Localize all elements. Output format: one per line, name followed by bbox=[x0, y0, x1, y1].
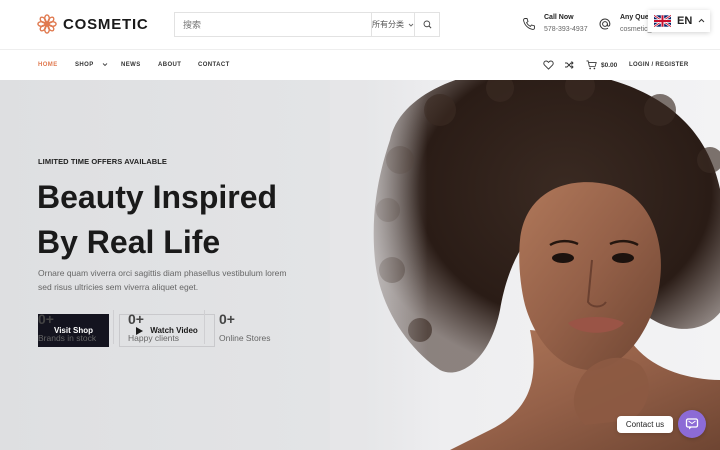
cart-total: $0.00 bbox=[601, 61, 618, 69]
compare-button[interactable] bbox=[564, 60, 574, 70]
hero-headline-line2: By Real Life bbox=[37, 224, 221, 260]
category-select[interactable]: 所有分类 bbox=[371, 13, 414, 36]
offer-eyebrow: LIMITED TIME OFFERS AVAILABLE bbox=[38, 157, 168, 166]
site-header: COSMETIC 所有分类 Call Now 578-393-4937 Any … bbox=[0, 0, 720, 50]
stat-value: 0+ bbox=[38, 311, 54, 327]
main-nav: HOME SHOP NEWS ABOUT CONTACT $0.00 LOGIN… bbox=[0, 50, 720, 80]
category-select-label: 所有分类 bbox=[372, 20, 404, 29]
chat-icon bbox=[685, 418, 699, 430]
hero-subtext-line1: Ornare quam viverra orci sagittis diam p… bbox=[38, 268, 287, 278]
stat-label: Online Stores bbox=[219, 333, 271, 343]
nav-item-shop-label: SHOP bbox=[75, 62, 94, 69]
chevron-down-icon bbox=[102, 63, 107, 67]
call-now-title: Call Now bbox=[544, 14, 574, 21]
wishlist-button[interactable] bbox=[543, 60, 554, 70]
stat-divider bbox=[204, 310, 205, 344]
call-now-block[interactable]: Call Now 578-393-4937 bbox=[522, 14, 588, 33]
stat-value: 0+ bbox=[219, 311, 235, 327]
stat-label: Happy clients bbox=[128, 333, 180, 343]
search-button[interactable] bbox=[414, 13, 439, 36]
uk-flag-icon bbox=[654, 15, 671, 27]
brand-name: COSMETIC bbox=[63, 15, 149, 33]
lotus-logo-icon bbox=[37, 14, 57, 34]
hero-headline-line1: Beauty Inspired bbox=[37, 179, 278, 215]
query-title: Any Quer bbox=[620, 14, 652, 21]
chevron-up-icon bbox=[698, 18, 705, 23]
hero-model-image bbox=[330, 80, 720, 450]
search-bar: 所有分类 bbox=[174, 12, 440, 37]
nav-item-about[interactable]: ABOUT bbox=[158, 62, 181, 68]
stat-clients: 0+ Happy clients bbox=[128, 311, 179, 343]
stat-divider bbox=[113, 310, 114, 344]
heart-icon bbox=[543, 60, 554, 70]
hero-subtext: Ornare quam viverra orci sagittis diam p… bbox=[38, 267, 298, 294]
chat-widget-button[interactable] bbox=[678, 410, 706, 438]
nav-item-shop[interactable]: SHOP bbox=[75, 62, 108, 68]
cart-icon bbox=[586, 60, 597, 70]
stat-value: 0+ bbox=[128, 311, 144, 327]
hero-subtext-line2: sed risus ultricies sem viverra aliquet … bbox=[38, 281, 199, 292]
phone-icon bbox=[523, 18, 535, 30]
stat-label: Brands in stock bbox=[38, 333, 97, 343]
cart-button[interactable]: $0.00 bbox=[586, 60, 617, 70]
hero-section: LIMITED TIME OFFERS AVAILABLE Beauty Ins… bbox=[0, 80, 720, 450]
shuffle-icon bbox=[565, 61, 574, 69]
nav-item-home[interactable]: HOME bbox=[38, 62, 58, 68]
nav-item-news[interactable]: NEWS bbox=[121, 62, 141, 68]
nav-item-contact[interactable]: CONTACT bbox=[198, 62, 230, 68]
stat-brands: 0+ Brands in stock bbox=[38, 311, 96, 343]
query-block[interactable]: Any Quer cosmetic_ bbox=[598, 14, 652, 33]
search-input[interactable] bbox=[175, 13, 371, 36]
brand-logo[interactable]: COSMETIC bbox=[37, 14, 149, 34]
search-icon bbox=[423, 20, 431, 29]
login-register-link[interactable]: LOGIN / REGISTER bbox=[629, 62, 688, 68]
at-sign-icon bbox=[599, 18, 611, 30]
contact-us-label[interactable]: Contact us bbox=[617, 416, 673, 433]
query-email: cosmetic_ bbox=[620, 26, 652, 33]
language-code: EN bbox=[677, 15, 693, 27]
language-switcher[interactable]: EN bbox=[648, 10, 710, 32]
hero-headline: Beauty Inspired By Real Life bbox=[37, 175, 337, 265]
stat-stores: 0+ Online Stores bbox=[219, 311, 271, 343]
phone-number: 578-393-4937 bbox=[544, 26, 588, 33]
